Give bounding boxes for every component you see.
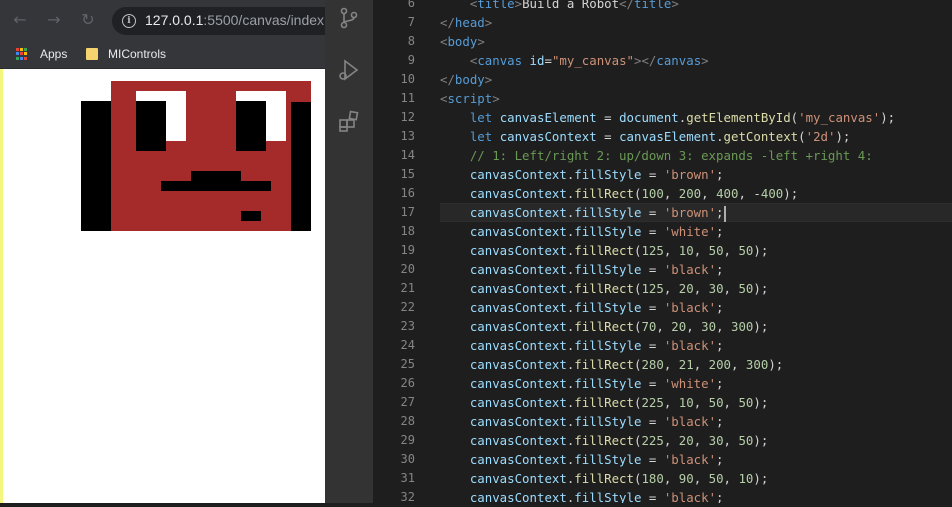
code-line[interactable]: canvasContext.fillStyle = 'black'; — [440, 298, 724, 317]
line-number: 9 — [407, 53, 415, 67]
bookmarks-bar: Apps MIControls — [0, 40, 325, 69]
line-number: 24 — [400, 338, 415, 352]
code-line[interactable]: canvasContext.fillRect(180, 90, 50, 10); — [440, 469, 768, 488]
left-ear — [81, 101, 111, 231]
folder-icon — [86, 48, 98, 60]
source-control-icon[interactable] — [337, 6, 361, 30]
line-number: 32 — [400, 490, 415, 504]
url-path: :5500/canvas/index.h — [203, 12, 325, 28]
code-line[interactable]: <script> — [440, 89, 500, 108]
mouth-top — [191, 171, 241, 181]
chin-mark — [241, 211, 261, 221]
code-line[interactable]: let canvasContext = canvasElement.getCon… — [440, 127, 851, 146]
code-line[interactable]: // 1: Left/right 2: up/down 3: expands -… — [440, 146, 873, 165]
code-line[interactable]: canvasContext.fillStyle = 'black'; — [440, 260, 724, 279]
code-line[interactable]: canvasContext.fillRect(100, 200, 400, -4… — [440, 184, 798, 203]
line-number: 31 — [400, 471, 415, 485]
site-info-icon[interactable]: i — [122, 14, 136, 28]
page-edge-strip — [0, 69, 3, 503]
activity-bar — [325, 0, 373, 503]
code-line[interactable]: canvasContext.fillStyle = 'black'; — [440, 450, 724, 469]
line-number: 13 — [400, 129, 415, 143]
back-arrow-icon[interactable]: ← — [10, 10, 30, 30]
code-line[interactable]: canvasContext.fillStyle = 'brown'; — [440, 203, 726, 222]
code-line[interactable]: </head> — [440, 13, 492, 32]
code-line[interactable]: canvasContext.fillStyle = 'brown'; — [440, 165, 724, 184]
line-number: 23 — [400, 319, 415, 333]
line-number: 22 — [400, 300, 415, 314]
line-number: 12 — [400, 110, 415, 124]
code-line[interactable]: canvasContext.fillStyle = 'white'; — [440, 374, 724, 393]
code-line[interactable]: canvasContext.fillRect(280, 21, 200, 300… — [440, 355, 783, 374]
text-cursor — [723, 205, 726, 222]
line-number-gutter: 6 7 8 9 10 11 12 13 14 15 16 17 18 19 20 21 22 23 24 25 26 27… — [373, 0, 440, 504]
forward-arrow-icon[interactable]: → — [44, 10, 64, 30]
apps-grid-icon — [16, 48, 28, 60]
right-ear — [291, 102, 311, 231]
code-line[interactable]: canvasContext.fillStyle = 'black'; — [440, 488, 724, 503]
code-line[interactable]: <canvas id="my_canvas"></canvas> — [440, 51, 709, 70]
extensions-icon[interactable] — [337, 110, 361, 134]
bookmark-label: Apps — [40, 47, 68, 61]
line-number: 20 — [400, 262, 415, 276]
bookmark-label: MIControls — [108, 47, 167, 61]
mouth-bar — [161, 181, 271, 191]
line-number: 21 — [400, 281, 415, 295]
line-number: 17 — [400, 205, 415, 219]
code-line[interactable]: let canvasElement = document.getElementB… — [440, 108, 895, 127]
line-number: 15 — [400, 167, 415, 181]
code-editor[interactable]: <title>Build a Robot</title> </head> <body… — [440, 0, 952, 503]
line-number: 7 — [407, 15, 415, 29]
left-pupil — [136, 101, 166, 151]
line-number: 18 — [400, 224, 415, 238]
line-number: 10 — [400, 72, 415, 86]
code-line[interactable]: canvasContext.fillRect(225, 10, 50, 50); — [440, 393, 768, 412]
code-line[interactable]: canvasContext.fillStyle = 'black'; — [440, 336, 724, 355]
line-number: 28 — [400, 414, 415, 428]
code-line[interactable]: canvasContext.fillStyle = 'black'; — [440, 412, 724, 431]
code-line[interactable]: canvasContext.fillRect(70, 20, 30, 300); — [440, 317, 768, 336]
line-number: 26 — [400, 376, 415, 390]
browser-window: ← → ↻ i 127.0.0.1:5500/canvas/index.h Ap… — [0, 0, 325, 503]
robot-canvas — [81, 81, 311, 231]
address-bar[interactable]: i 127.0.0.1:5500/canvas/index.h — [112, 7, 325, 35]
browser-toolbar: ← → ↻ i 127.0.0.1:5500/canvas/index.h — [0, 0, 325, 40]
code-line[interactable]: <title>Build a Robot</title> — [440, 0, 679, 13]
right-pupil — [236, 101, 266, 151]
code-line[interactable]: <body> — [440, 32, 485, 51]
line-number: 30 — [400, 452, 415, 466]
line-number: 29 — [400, 433, 415, 447]
line-number: 14 — [400, 148, 415, 162]
line-number: 19 — [400, 243, 415, 257]
code-line[interactable]: </body> — [440, 70, 492, 89]
code-line[interactable]: canvasContext.fillRect(125, 10, 50, 50); — [440, 241, 768, 260]
line-number: 6 — [407, 0, 415, 10]
run-debug-icon[interactable] — [337, 58, 361, 82]
line-number: 11 — [400, 91, 415, 105]
reload-icon[interactable]: ↻ — [78, 10, 98, 30]
url-host: 127.0.0.1 — [145, 12, 204, 28]
code-line[interactable]: canvasContext.fillStyle = 'white'; — [440, 222, 724, 241]
code-line[interactable]: canvasContext.fillRect(225, 20, 30, 50); — [440, 431, 768, 450]
code-line[interactable]: canvasContext.fillRect(125, 20, 30, 50); — [440, 279, 768, 298]
page-content — [0, 69, 325, 503]
url-text[interactable]: 127.0.0.1:5500/canvas/index.h — [145, 12, 325, 28]
line-number: 8 — [407, 34, 415, 48]
line-number: 25 — [400, 357, 415, 371]
line-number: 27 — [400, 395, 415, 409]
line-number: 16 — [400, 186, 415, 200]
